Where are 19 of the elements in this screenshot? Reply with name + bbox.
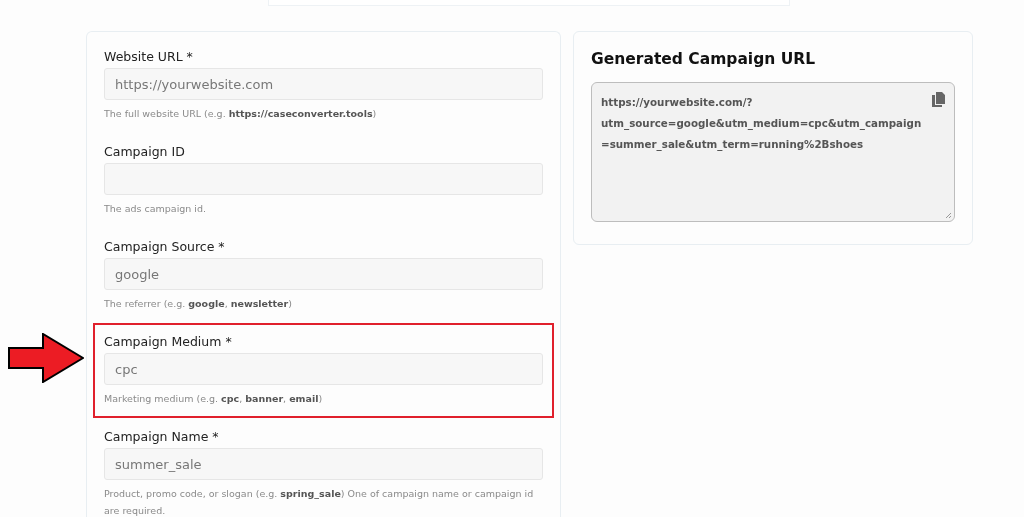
arrow-icon [8, 333, 84, 383]
field-label: Campaign Medium * [104, 334, 233, 349]
copy-icon[interactable] [932, 92, 945, 107]
input-field[interactable]: https://yourwebsite.com [104, 68, 543, 100]
field-label: Campaign ID [104, 144, 186, 159]
resize-icon[interactable] [945, 212, 952, 219]
input-field[interactable]: summer_sale [104, 448, 543, 480]
field-label: Website URL * [104, 49, 194, 64]
field-label: Campaign Source * [104, 239, 226, 254]
panel-title: Generated Campaign URL [591, 50, 817, 68]
field-hint: The full website URL (e.g. https://caseconverter.tools) [104, 107, 378, 121]
field-label: Campaign Name * [104, 429, 220, 444]
field-hint: Product, promo code, or slogan (e.g. spring_sale) One of campaign name or campaign id are required. [104, 487, 535, 517]
field-hint: The referrer (e.g. google, newsletter) [104, 297, 293, 311]
url-output-field[interactable]: https://yourwebsite.com/?utm_source=google&utm_medium=cpc&utm_campaign=summer_sale&utm_term=running%2Bshoes [591, 82, 955, 222]
input-field[interactable]: google [104, 258, 543, 290]
field-hint: Marketing medium (e.g. cpc, banner, email) [104, 392, 324, 406]
field-hint: The ads campaign id. [104, 202, 208, 216]
input-field[interactable]: cpc [104, 353, 543, 385]
